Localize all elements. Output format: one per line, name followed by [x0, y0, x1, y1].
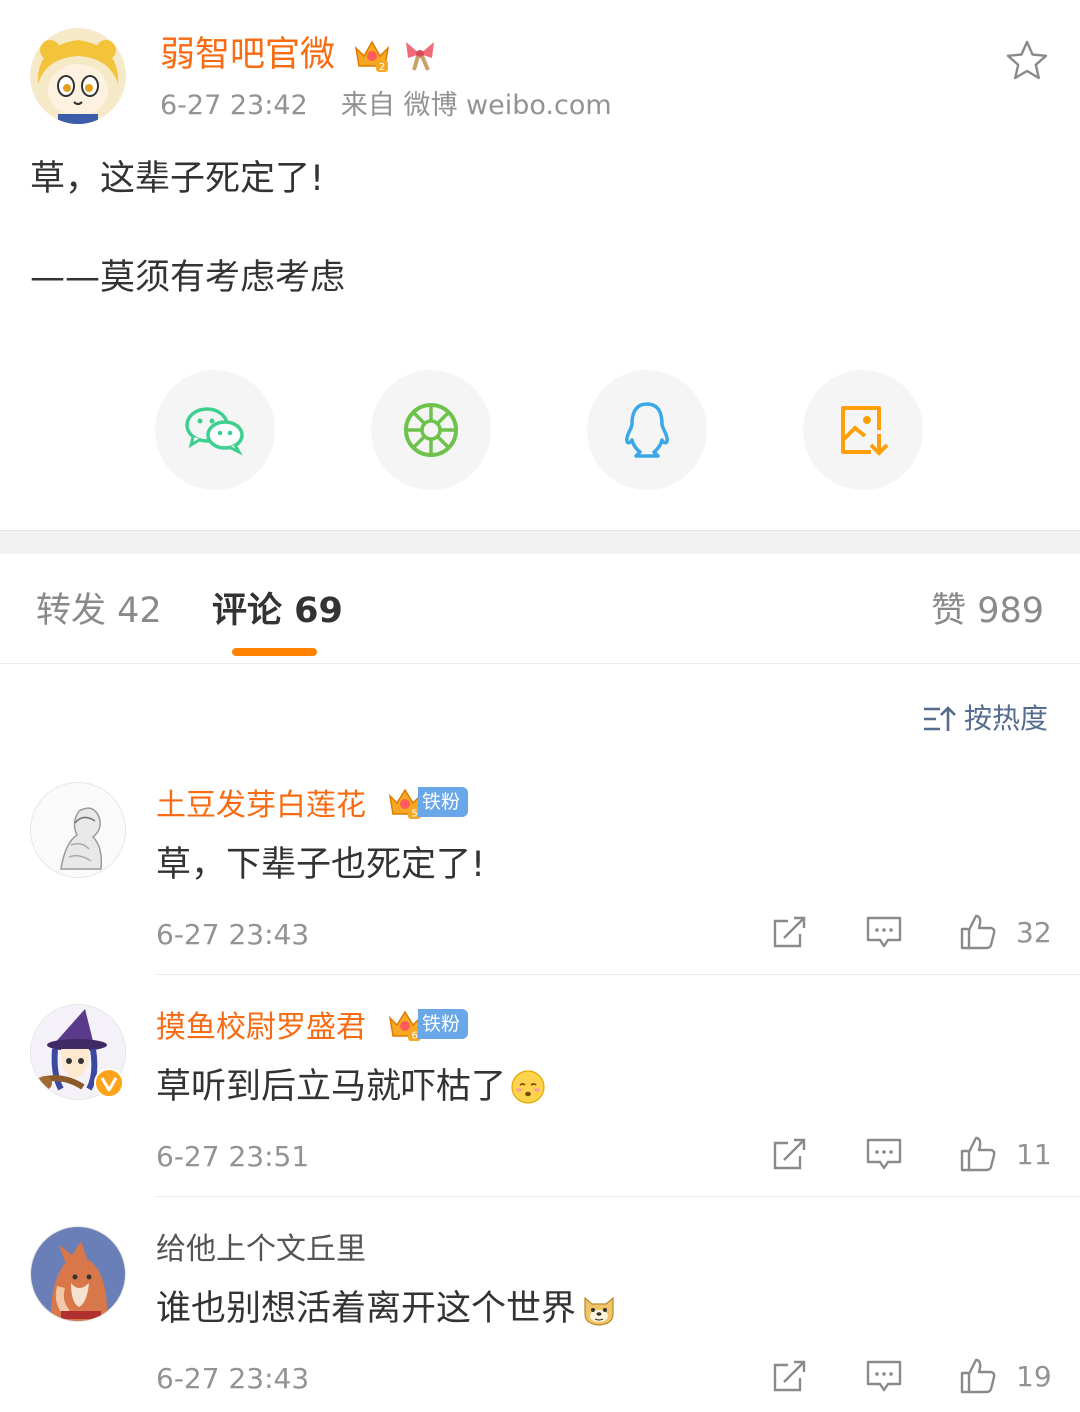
comment-body: 草听到后立马就吓枯了 [156, 1067, 507, 1107]
comment-text: 草，下辈子也死定了! [156, 842, 485, 888]
commenter-avatar[interactable] [30, 1226, 126, 1322]
comment-item: 给他上个文丘里 谁也别想活着离开这个世界 6-27 23:43 19 [0, 1226, 1080, 1412]
tab-comment[interactable]: 评论 69 [212, 588, 343, 634]
moments-icon [404, 403, 458, 457]
verified-v-icon [94, 1068, 124, 1098]
post-source[interactable]: 来自 微博 weibo.com [341, 90, 612, 121]
section-separator [0, 530, 1080, 554]
reply-icon[interactable] [864, 1134, 904, 1174]
divider [156, 1196, 1080, 1197]
vip-crown-icon[interactable]: 2 [352, 34, 392, 74]
tab-active-indicator [232, 648, 317, 656]
author-name[interactable]: 弱智吧官微 [160, 32, 335, 78]
comment-item: 摸鱼校尉罗盛君 6 铁粉 草听到后立马就吓枯了 6-27 23:51 11 [0, 1004, 1080, 1224]
comment-actions: 11 [0, 1134, 1080, 1178]
like-count: 11 [1016, 1138, 1052, 1171]
tab-repost[interactable]: 转发 42 [36, 588, 162, 634]
comment-body: 谁也别想活着离开这个世界 [156, 1289, 577, 1329]
post-meta: 6-27 23:42 来自 微博 weibo.com [160, 88, 612, 124]
divider [156, 974, 1080, 975]
post-text: 草，这辈子死定了! [30, 159, 325, 199]
doge-emoji [584, 1296, 614, 1326]
fan-badge-label: 铁粉 [418, 787, 469, 817]
svg-text:2: 2 [379, 62, 385, 73]
tab-like[interactable]: 赞 989 [931, 588, 1044, 634]
commenter-name[interactable]: 土豆发芽白莲花 [156, 786, 366, 826]
comment-item: 土豆发芽白莲花 5 铁粉 草，下辈子也死定了! 6-27 23:43 32 [0, 782, 1080, 1002]
sort-icon [923, 706, 956, 731]
repost-icon[interactable] [770, 1134, 810, 1174]
post-signature: ——莫须有考虑考虑 [30, 258, 346, 298]
share-row [0, 370, 1080, 490]
share-moments-button[interactable] [371, 370, 491, 490]
commenter-name[interactable]: 给他上个文丘里 [156, 1230, 366, 1270]
save-image-icon [841, 406, 889, 456]
author-avatar[interactable] [30, 28, 126, 124]
commenter-avatar[interactable] [30, 782, 126, 878]
gift-bow-icon[interactable] [400, 34, 440, 74]
like-thumb-icon[interactable] [958, 1356, 998, 1396]
interaction-tabs: 转发 42 评论 69 赞 989 [0, 554, 1080, 664]
like-thumb-icon[interactable] [958, 1134, 998, 1174]
repost-icon[interactable] [770, 912, 810, 952]
comment-actions: 19 [0, 1356, 1080, 1400]
iron-fan-badge[interactable]: 5 铁粉 [388, 784, 469, 820]
like-thumb-icon[interactable] [958, 912, 998, 952]
post-time: 6-27 23:42 [160, 90, 308, 121]
weibo-post: 弱智吧官微 2 6-27 23:42 来自 微博 weibo.com 草，这辈子… [0, 0, 1080, 530]
sort-toggle[interactable]: 按热度 [922, 700, 1048, 738]
repost-icon[interactable] [770, 1356, 810, 1396]
sort-label: 按热度 [963, 702, 1048, 735]
comment-text: 草听到后立马就吓枯了 [156, 1064, 546, 1110]
awkward-emoji [511, 1070, 545, 1104]
favorite-star-icon[interactable] [1004, 38, 1050, 84]
wechat-icon [185, 407, 244, 456]
comment-body: 草，下辈子也死定了! [156, 845, 486, 885]
fan-badge-label: 铁粉 [418, 1009, 469, 1039]
save-image-button[interactable] [803, 370, 923, 490]
comment-actions: 32 [0, 912, 1080, 956]
like-count: 19 [1016, 1360, 1052, 1393]
comment-text: 谁也别想活着离开这个世界 [156, 1286, 618, 1332]
commenter-name[interactable]: 摸鱼校尉罗盛君 [156, 1008, 366, 1048]
reply-icon[interactable] [864, 1356, 904, 1396]
iron-fan-badge[interactable]: 6 铁粉 [388, 1006, 469, 1042]
qq-icon [625, 402, 669, 458]
share-qq-button[interactable] [587, 370, 707, 490]
reply-icon[interactable] [864, 912, 904, 952]
svg-text:6: 6 [411, 1031, 417, 1042]
svg-text:5: 5 [411, 809, 417, 820]
fan-crown-icon: 6 [388, 1010, 422, 1042]
share-wechat-button[interactable] [155, 370, 275, 490]
like-count: 32 [1016, 916, 1052, 949]
author-badges: 2 [352, 34, 440, 74]
fan-crown-icon: 5 [388, 788, 422, 820]
